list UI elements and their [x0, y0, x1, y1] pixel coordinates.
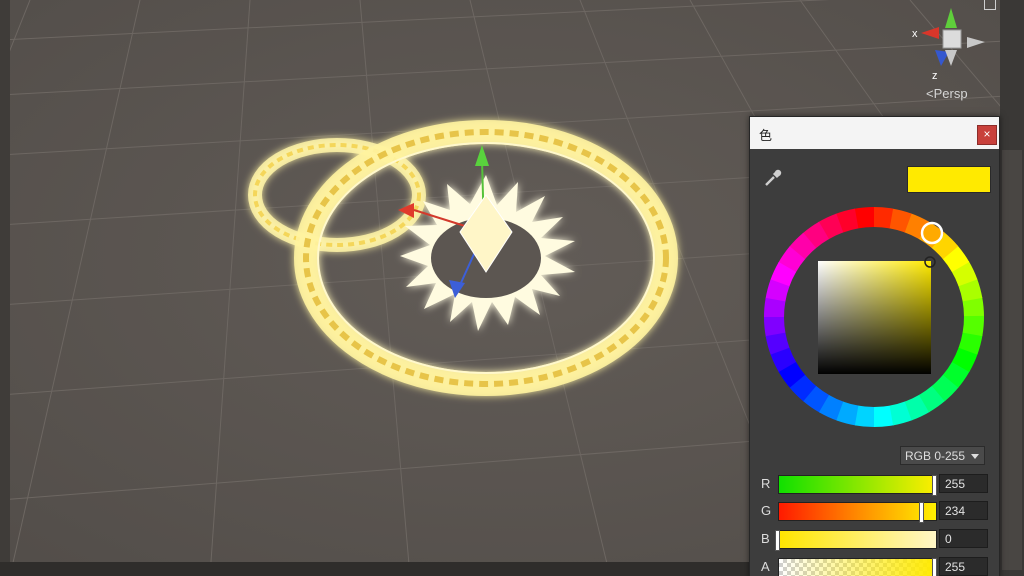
r-slider-handle[interactable] — [932, 475, 937, 496]
title-bar[interactable]: 色 × — [750, 117, 999, 149]
b-slider[interactable] — [775, 530, 937, 551]
channel-row-r: R 255 — [750, 474, 999, 496]
bottom-bar — [0, 562, 760, 576]
projection-toggle[interactable]: <Persp — [926, 86, 968, 101]
x-cone[interactable] — [921, 27, 939, 39]
channel-row-g: G 234 — [750, 501, 999, 523]
g-slider-handle[interactable] — [919, 502, 925, 523]
channel-row-b: B 0 — [750, 529, 999, 551]
eyedropper-icon[interactable] — [762, 167, 784, 189]
lock-icon[interactable] — [984, 0, 996, 10]
hue-segment[interactable] — [872, 207, 894, 229]
x-axis-label: x — [912, 28, 918, 40]
hue-segment[interactable] — [854, 405, 876, 427]
a-slider[interactable] — [778, 558, 937, 576]
a-slider-handle[interactable] — [932, 558, 937, 576]
color-mode-label: RGB 0-255 — [905, 449, 966, 463]
channel-label: R — [761, 476, 771, 491]
hue-segment[interactable] — [962, 315, 984, 337]
current-color-swatch[interactable] — [907, 166, 991, 193]
r-value-field[interactable]: 255 — [939, 474, 988, 493]
left-toolbar-edge — [0, 0, 10, 576]
neg-x-cone[interactable] — [967, 37, 985, 48]
r-slider[interactable] — [778, 475, 937, 496]
center-cube[interactable] — [942, 29, 962, 49]
hue-segment[interactable] — [764, 297, 786, 319]
close-button[interactable]: × — [977, 125, 997, 145]
g-slider[interactable] — [778, 502, 937, 523]
neg-y-cone[interactable] — [945, 50, 957, 66]
window-title: 色 — [759, 128, 773, 143]
channel-label: B — [761, 531, 770, 546]
z-axis-label: z — [932, 70, 938, 82]
g-value-field[interactable]: 234 — [939, 501, 988, 520]
color-picker-window: 色 × RGB 0-255 R 255 G 234 B 0 A 255 — [749, 116, 1000, 576]
y-cone[interactable] — [945, 8, 957, 28]
unity-editor-window: x z <Persp 色 × RGB 0-255 R 255 G 234 B 0… — [0, 0, 1024, 576]
color-mode-dropdown[interactable]: RGB 0-255 — [900, 446, 985, 465]
channel-row-a: A 255 — [750, 557, 999, 576]
chevron-down-icon — [971, 454, 979, 459]
a-value-field[interactable]: 255 — [939, 557, 988, 576]
channel-label: G — [761, 503, 772, 518]
hue-wheel[interactable] — [758, 201, 990, 433]
channel-label: A — [761, 559, 770, 574]
b-value-field[interactable]: 0 — [939, 529, 988, 548]
projection-label: Persp — [933, 86, 968, 101]
b-slider-handle[interactable] — [775, 530, 780, 551]
